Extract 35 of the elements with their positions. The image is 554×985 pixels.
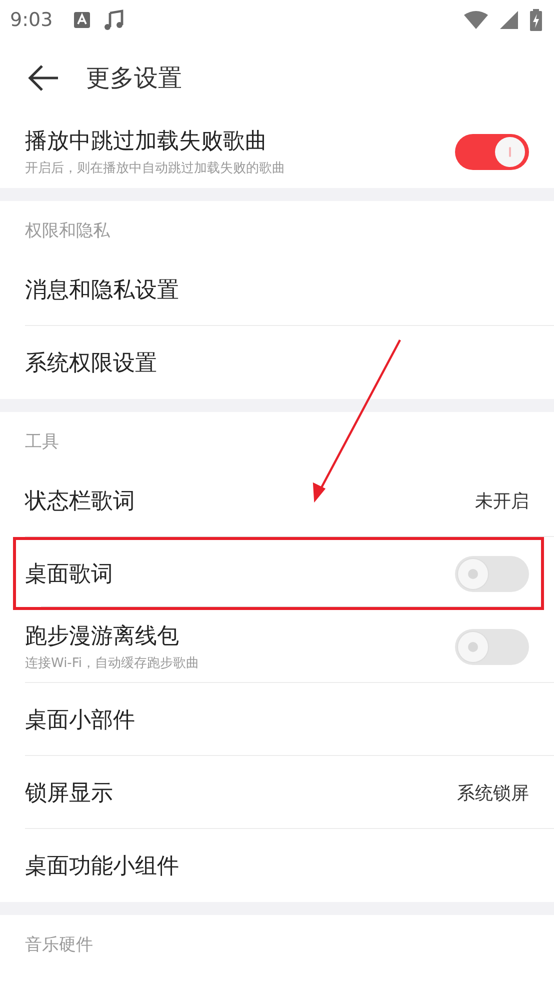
setting-label[interactable]: 播放中跳过加载失败歌曲 [25, 126, 455, 156]
toggle-switch[interactable] [455, 556, 529, 592]
status-time: 9:03 [10, 9, 53, 31]
setting-value: 系统锁屏 [457, 782, 529, 804]
keyboard-notification-icon [72, 11, 91, 29]
setting-label[interactable]: 桌面功能小组件 [25, 850, 529, 880]
setting-description: 连接Wi-Fi，自动缓存跑步歌曲 [25, 655, 200, 672]
battery-icon [530, 9, 542, 31]
setting-label[interactable]: 系统权限设置 [25, 348, 529, 378]
setting-label[interactable]: 锁屏显示 [25, 778, 457, 808]
setting-row[interactable]: 播放中跳过加载失败歌曲 开启后，则在播放中自动跳过加载失败的歌曲 [0, 115, 554, 188]
setting-row[interactable]: 系统权限设置 [0, 326, 554, 399]
setting-label[interactable]: 桌面小部件 [25, 704, 529, 734]
setting-value: 未开启 [475, 490, 529, 512]
setting-row[interactable]: 桌面小部件 [0, 683, 554, 756]
music-note-icon [102, 9, 125, 31]
section-label: 音乐硬件 [24, 934, 94, 957]
back-arrow-icon[interactable] [28, 64, 60, 92]
setting-row[interactable]: 锁屏显示 系统锁屏 [0, 756, 554, 829]
section-label: 工具 [24, 431, 60, 454]
setting-description: 开启后，则在播放中自动跳过加载失败的歌曲 [25, 160, 286, 177]
toggle-switch[interactable] [455, 628, 529, 664]
toggle-switch[interactable] [455, 134, 529, 170]
setting-label[interactable]: 桌面歌词 [25, 558, 455, 588]
setting-label[interactable]: 跑步漫游离线包 [25, 621, 455, 651]
wifi-icon [464, 11, 488, 29]
page-title: 更多设置 [86, 62, 182, 94]
setting-label[interactable]: 消息和隐私设置 [25, 274, 529, 304]
signal-icon [500, 11, 518, 29]
setting-row[interactable]: 跑步漫游离线包 连接Wi-Fi，自动缓存跑步歌曲 [0, 610, 554, 683]
setting-row[interactable]: 桌面功能小组件 [0, 829, 554, 902]
section-label: 权限和隐私 [24, 220, 111, 243]
setting-row[interactable]: 消息和隐私设置 [0, 253, 554, 326]
setting-label[interactable]: 状态栏歌词 [25, 486, 475, 516]
setting-row[interactable]: 状态栏歌词 未开启 [0, 464, 554, 537]
